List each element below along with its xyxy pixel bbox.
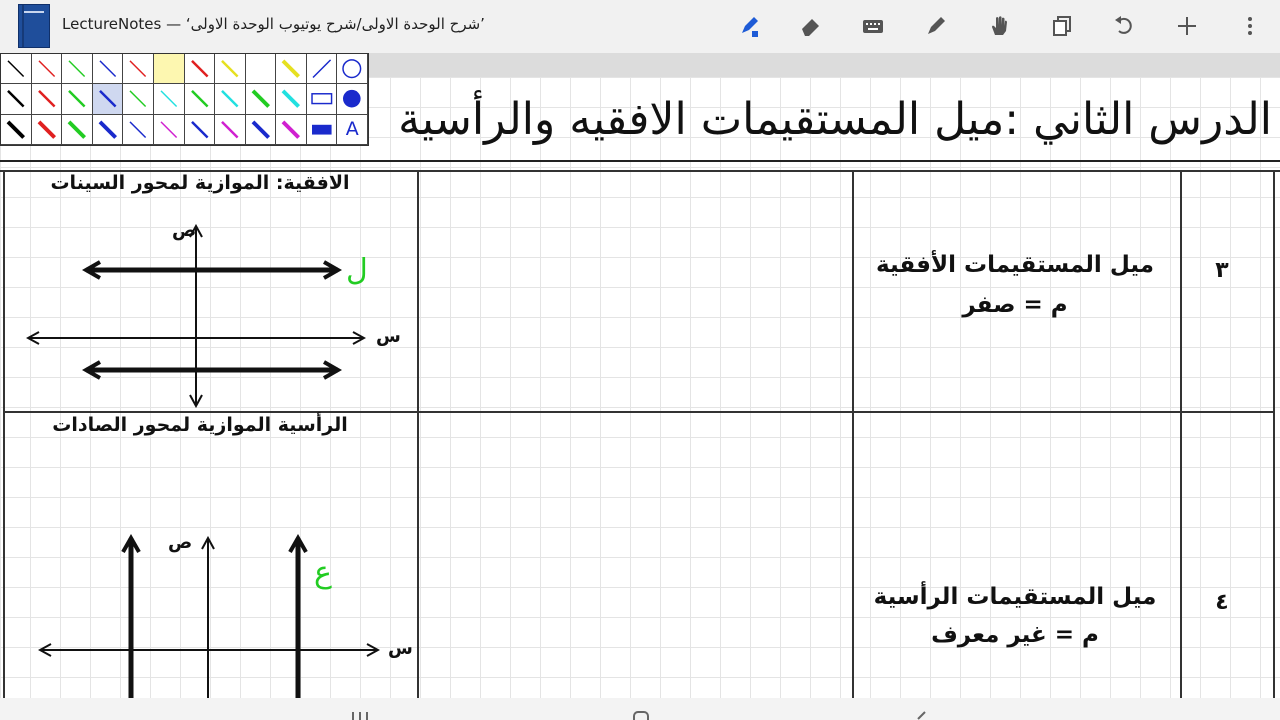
empty-slot[interactable] bbox=[245, 54, 277, 85]
pen-red-thin[interactable] bbox=[31, 54, 63, 85]
window-title: LectureNotes — ‘شرح الوحدة الاولى/شرح يو… bbox=[62, 15, 485, 33]
row-slope: م = غير معرف bbox=[931, 622, 1099, 648]
y-axis-label: ص bbox=[172, 220, 196, 241]
pen-palette: A bbox=[0, 53, 369, 146]
text-tool-icon[interactable]: A bbox=[337, 114, 368, 145]
pen-blue-thin-2[interactable] bbox=[123, 114, 154, 145]
pen-magenta-thick[interactable] bbox=[276, 114, 307, 145]
lesson-title: الدرس الثاني :ميل المستقيمات الافقيه وال… bbox=[398, 94, 1272, 145]
notebook-icon[interactable] bbox=[18, 4, 50, 48]
copy-icon[interactable] bbox=[1048, 12, 1076, 40]
handwritten-label: ع bbox=[314, 555, 332, 590]
pen-red-medium[interactable] bbox=[184, 54, 216, 85]
pen-blue-thick-2[interactable] bbox=[245, 114, 277, 145]
line-tool-icon[interactable] bbox=[306, 54, 338, 85]
pen-yellow-medium[interactable] bbox=[215, 54, 246, 85]
pen-magenta-medium[interactable] bbox=[215, 114, 246, 145]
circle-tool-icon[interactable] bbox=[337, 54, 368, 85]
pen-blue-medium-selected[interactable] bbox=[92, 84, 124, 115]
pen-black-thick[interactable] bbox=[1, 114, 32, 145]
handwritten-label: ل bbox=[346, 253, 368, 288]
recents-icon[interactable] bbox=[350, 712, 370, 720]
pen-blue-thick[interactable] bbox=[92, 114, 124, 145]
pen-red-thin-2[interactable] bbox=[123, 54, 154, 85]
pen-tool-icon[interactable] bbox=[736, 12, 764, 40]
add-icon[interactable] bbox=[1173, 12, 1201, 40]
undo-icon[interactable] bbox=[1110, 12, 1138, 40]
pen-cyan-thick[interactable] bbox=[276, 84, 307, 115]
highlighter-icon[interactable] bbox=[922, 12, 950, 40]
pen-blue-thin[interactable] bbox=[92, 54, 124, 85]
hand-icon[interactable] bbox=[985, 12, 1013, 40]
horizontal-lines-figure: ص س ل bbox=[0, 220, 401, 412]
highlighter-yellow-swatch[interactable] bbox=[153, 54, 185, 85]
eraser-icon[interactable] bbox=[797, 12, 825, 40]
row-number: ٤ bbox=[1215, 590, 1229, 615]
pen-red-medium-2[interactable] bbox=[31, 84, 63, 115]
filled-rectangle-tool-icon[interactable] bbox=[306, 114, 338, 145]
pen-green-medium-2[interactable] bbox=[184, 84, 216, 115]
pen-cyan-medium[interactable] bbox=[215, 84, 246, 115]
keyboard-icon[interactable] bbox=[859, 12, 887, 40]
more-vert-icon[interactable] bbox=[1236, 12, 1264, 40]
filled-circle-tool-icon[interactable] bbox=[337, 84, 368, 115]
pen-cyan-thin[interactable] bbox=[153, 84, 185, 115]
pen-red-thick[interactable] bbox=[31, 114, 63, 145]
x-axis-label: س bbox=[388, 638, 413, 659]
system-nav-bar bbox=[0, 698, 1280, 720]
pen-green-thin[interactable] bbox=[62, 54, 93, 85]
pen-green-medium[interactable] bbox=[62, 84, 93, 115]
row-number: ٣ bbox=[1215, 258, 1229, 283]
y-axis-label: ص bbox=[168, 532, 192, 553]
pen-black-thin[interactable] bbox=[1, 54, 32, 85]
pen-green-thin-2[interactable] bbox=[123, 84, 154, 115]
x-axis-label: س bbox=[376, 326, 401, 347]
row-name: ميل المستقيمات الرأسية bbox=[873, 584, 1157, 610]
pen-blue-medium-2[interactable] bbox=[184, 114, 216, 145]
pen-green-thick-2[interactable] bbox=[62, 114, 93, 145]
row-name: ميل المستقيمات الأفقية bbox=[876, 252, 1154, 278]
row-slope: م = صفر bbox=[962, 292, 1068, 318]
pen-magenta-thin[interactable] bbox=[153, 114, 185, 145]
rectangle-tool-icon[interactable] bbox=[306, 84, 338, 115]
pen-green-thick[interactable] bbox=[245, 84, 277, 115]
pen-black-medium[interactable] bbox=[1, 84, 32, 115]
home-icon[interactable] bbox=[632, 711, 650, 720]
pen-yellow-thick[interactable] bbox=[276, 54, 307, 85]
title-bar: LectureNotes — ‘شرح الوحدة الاولى/شرح يو… bbox=[0, 0, 1280, 53]
vertical-lines-figure: ص س ع bbox=[0, 532, 413, 698]
back-icon[interactable] bbox=[912, 711, 930, 720]
